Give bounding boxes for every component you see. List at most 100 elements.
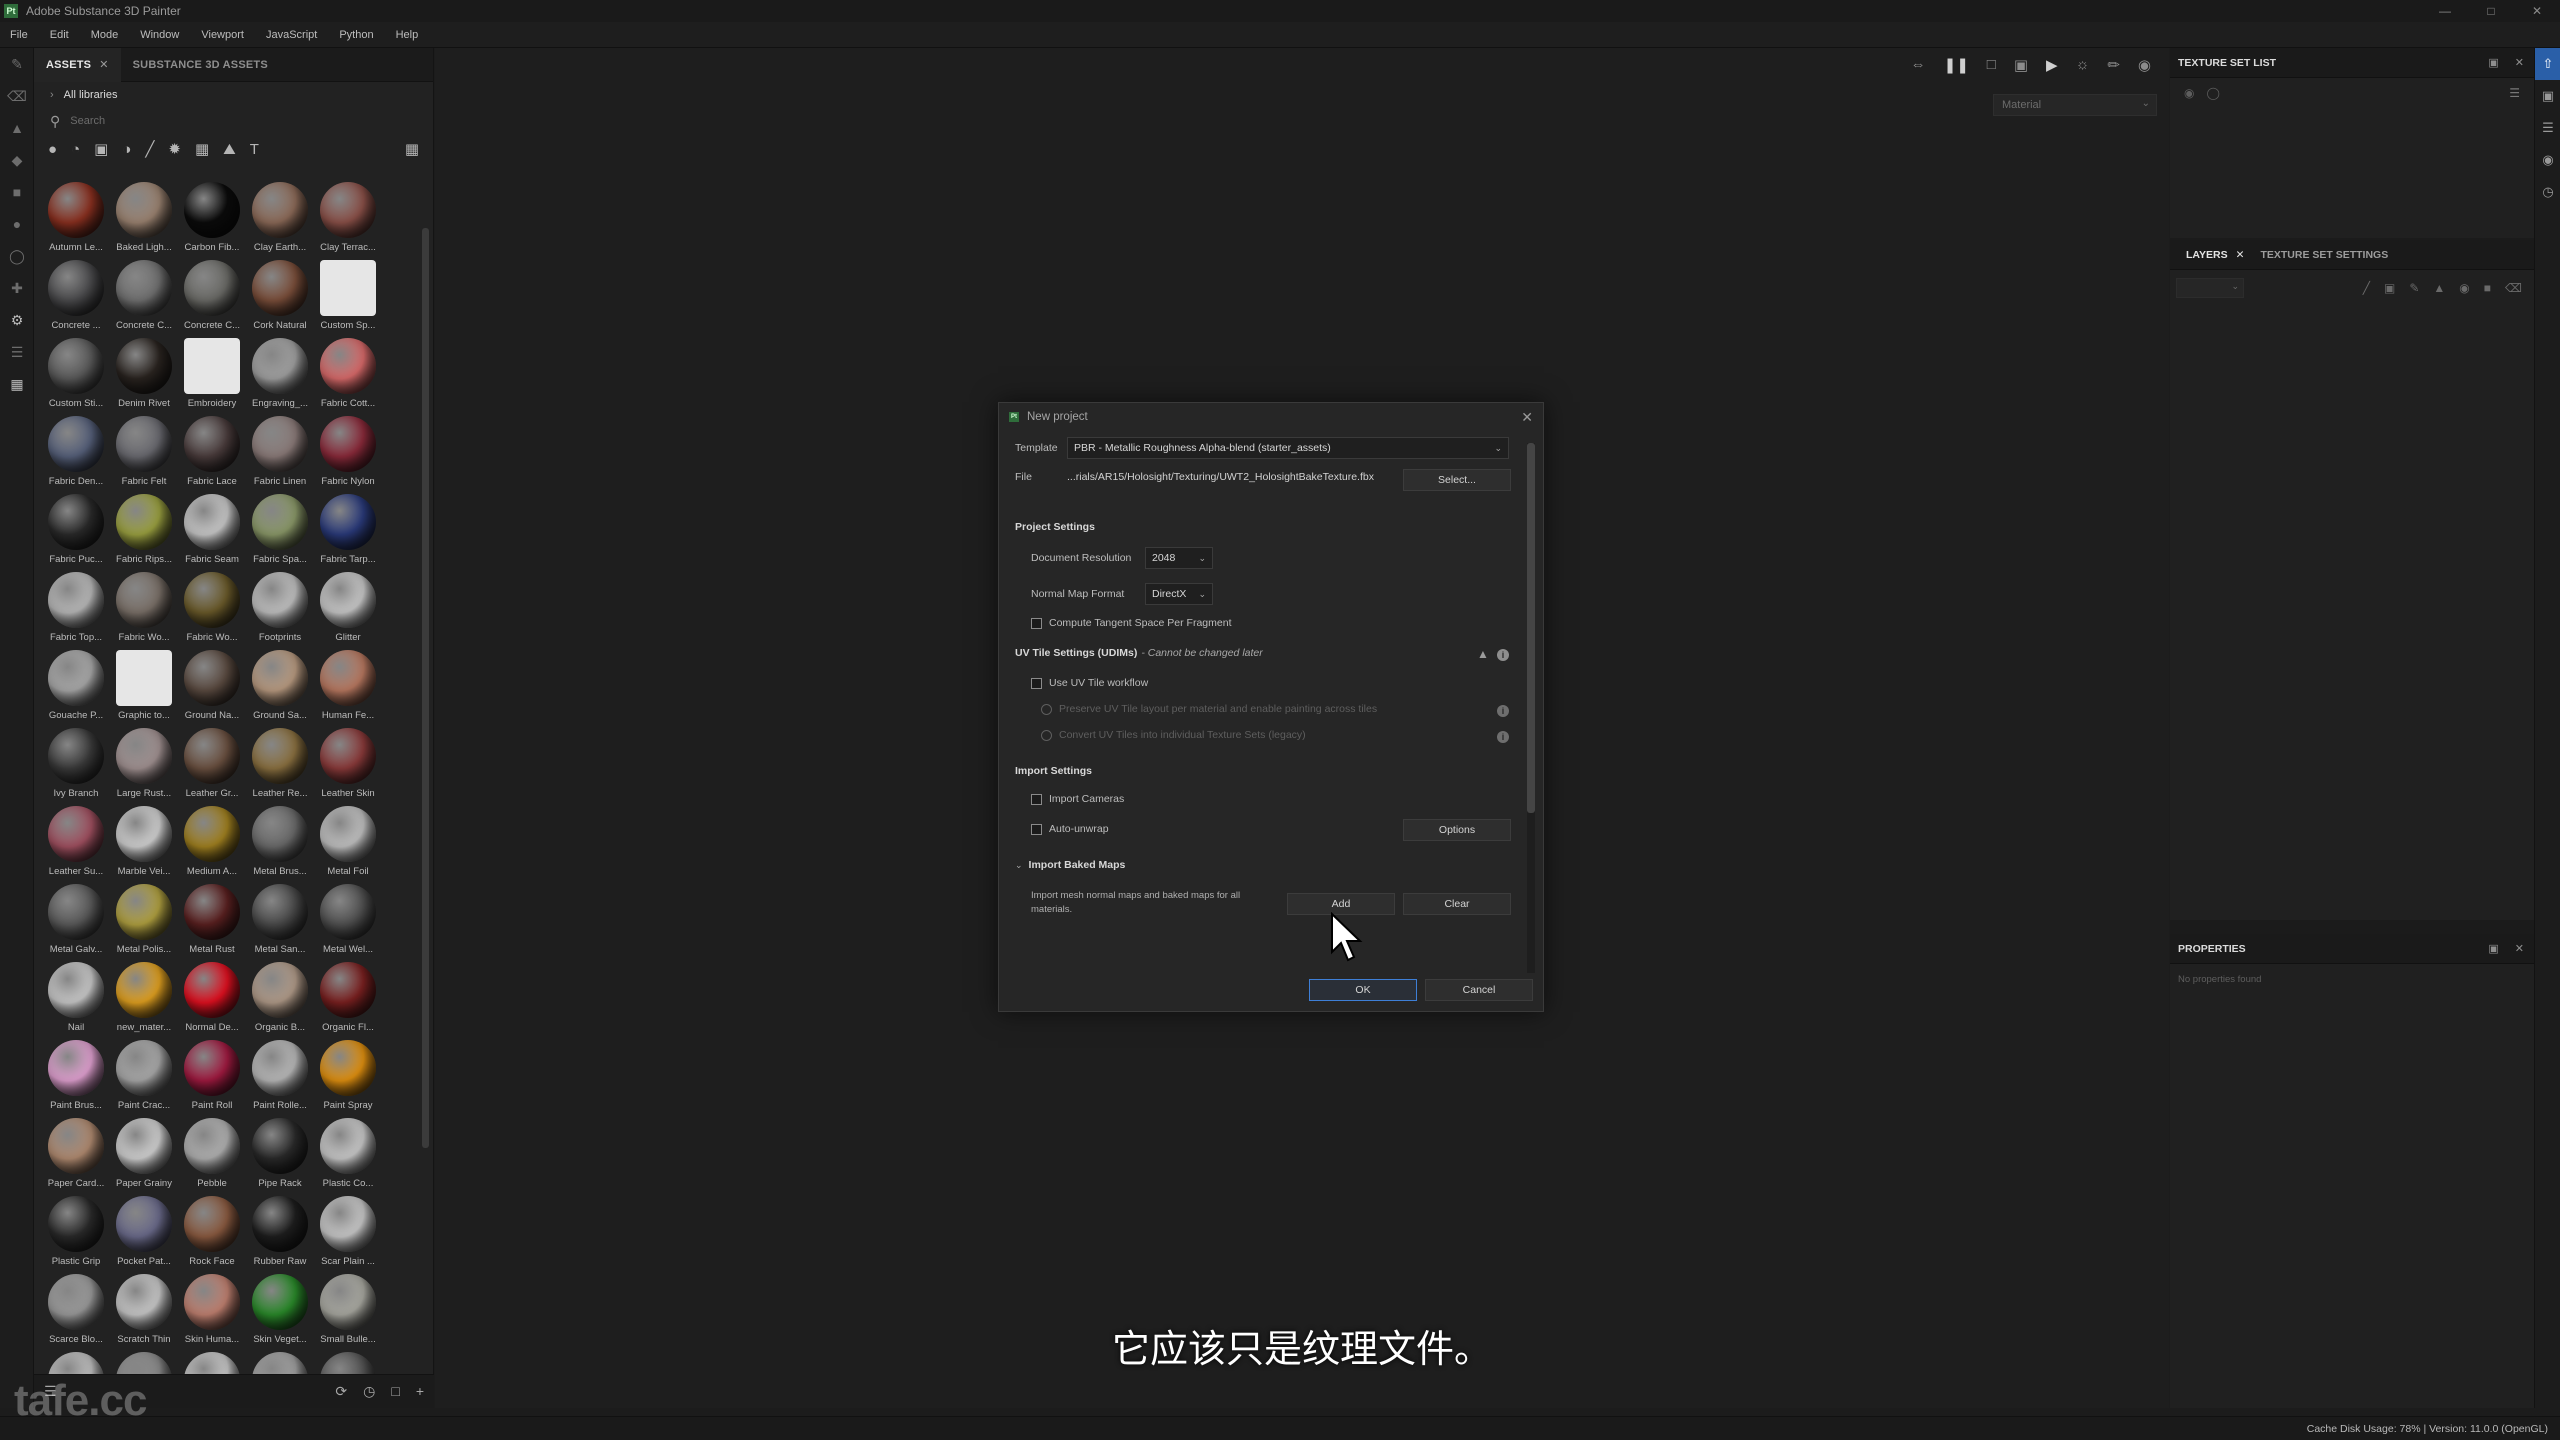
asset-tile[interactable]: Custom Sti... <box>42 338 110 416</box>
screenshot-icon[interactable]: ◉ <box>2138 56 2151 74</box>
asset-tile[interactable]: Metal Wel... <box>314 884 382 962</box>
add-icon[interactable]: + <box>416 1383 424 1400</box>
asset-tile[interactable]: Fabric Linen <box>246 416 314 494</box>
asset-tile[interactable]: Large Rust... <box>110 728 178 806</box>
asset-tile[interactable]: Graphic to... <box>110 650 178 728</box>
preserve-uv-row[interactable]: Preserve UV Tile layout per material and… <box>1041 703 1377 715</box>
add-paint-layer-icon[interactable]: ✎ <box>2409 281 2419 295</box>
asset-tile[interactable]: Fabric Felt <box>110 416 178 494</box>
filter-textures-icon[interactable]: ▦ <box>195 140 209 158</box>
asset-tile[interactable]: Fabric Wo... <box>110 572 178 650</box>
layout-icon[interactable]: ▣ <box>2014 56 2028 74</box>
tab-substance-assets[interactable]: SUBSTANCE 3D ASSETS <box>121 48 280 82</box>
maximize-icon[interactable]: □ <box>2468 0 2514 22</box>
asset-tile[interactable]: Pebble <box>178 1118 246 1196</box>
history-icon[interactable]: ◷ <box>363 1383 375 1400</box>
asset-tile[interactable]: Paint Spray <box>314 1040 382 1118</box>
asset-tile[interactable]: Fabric Wo... <box>178 572 246 650</box>
delete-icon[interactable]: ⌫ <box>2505 281 2522 295</box>
asset-tile[interactable]: Fabric Spa... <box>246 494 314 572</box>
asset-tile[interactable]: Metal San... <box>246 884 314 962</box>
asset-tile[interactable]: Paint Brus... <box>42 1040 110 1118</box>
asset-tile[interactable]: Paper Card... <box>42 1118 110 1196</box>
close-icon[interactable]: ✕ <box>2515 942 2524 955</box>
filter-masks-icon[interactable]: ▣ <box>94 140 108 158</box>
menu-viewport[interactable]: Viewport <box>201 29 244 41</box>
history-icon[interactable]: ◷ <box>2535 176 2560 208</box>
asset-tile[interactable]: Ground Na... <box>178 650 246 728</box>
asset-tile[interactable]: Ivy Branch <box>42 728 110 806</box>
close-icon[interactable]: ✕ <box>2515 56 2524 69</box>
blend-mode-dropdown[interactable]: ⌄ <box>2176 278 2244 298</box>
asset-tile[interactable]: Paint Rolle... <box>246 1040 314 1118</box>
cancel-button[interactable]: Cancel <box>1425 979 1533 1001</box>
asset-tile[interactable]: Carbon Fib... <box>178 182 246 260</box>
menu-mode[interactable]: Mode <box>91 29 119 41</box>
folder-icon[interactable]: □ <box>391 1383 399 1400</box>
use-uv-tile-checkbox[interactable] <box>1031 677 1042 689</box>
grid-view-icon[interactable]: ▦ <box>405 140 419 158</box>
dialog-close-icon[interactable]: ✕ <box>1521 409 1533 426</box>
tab-texture-set-settings[interactable]: TEXTURE SET SETTINGS <box>2252 240 2396 270</box>
asset-tile[interactable]: Leather Re... <box>246 728 314 806</box>
filter-particles-icon[interactable]: ✹ <box>168 140 181 158</box>
close-window-icon[interactable]: ✕ <box>2514 0 2560 22</box>
asset-tile[interactable]: Rubber Raw <box>246 1196 314 1274</box>
asset-tile[interactable]: Fabric Top... <box>42 572 110 650</box>
asset-tile[interactable]: Fabric Puc... <box>42 494 110 572</box>
picker-icon[interactable]: ✚ <box>0 272 34 304</box>
menu-edit[interactable]: Edit <box>50 29 69 41</box>
asset-tile[interactable]: Leather Su... <box>42 806 110 884</box>
asset-tile[interactable]: Organic Fl... <box>314 962 382 1040</box>
graduation-cap-icon[interactable]: ▲ <box>1477 647 1489 661</box>
asset-tile[interactable]: Leather Skin <box>314 728 382 806</box>
layers-icon[interactable]: ☰ <box>2535 112 2560 144</box>
dialog-scroll-thumb[interactable] <box>1527 443 1535 813</box>
asset-tile[interactable]: Nail <box>42 962 110 1040</box>
projection-icon[interactable]: ▲ <box>0 112 34 144</box>
asset-tile[interactable]: Skin Huma... <box>178 1274 246 1352</box>
menu-python[interactable]: Python <box>339 29 373 41</box>
asset-tile[interactable]: Concrete C... <box>110 260 178 338</box>
asset-tile[interactable]: Paper Grainy <box>110 1118 178 1196</box>
asset-tile[interactable]: Metal Rust <box>178 884 246 962</box>
asset-tile[interactable]: Fabric Nylon <box>314 416 382 494</box>
close-icon[interactable]: ✕ <box>2236 249 2245 261</box>
select-file-button[interactable]: Select... <box>1403 469 1511 491</box>
filter-smart-masks-icon[interactable]: ◑ <box>122 141 131 158</box>
clear-button[interactable]: Clear <box>1403 893 1511 915</box>
asset-tile[interactable]: Paint Crac... <box>110 1040 178 1118</box>
minimize-icon[interactable]: — <box>2422 0 2468 22</box>
asset-tile[interactable]: Fabric Rips... <box>110 494 178 572</box>
polygon-fill-icon[interactable]: ■ <box>0 176 34 208</box>
asset-tile[interactable]: Gouache P... <box>42 650 110 728</box>
import-cameras-row[interactable]: Import Cameras <box>1031 793 1124 805</box>
asset-tile[interactable]: Scar Plain ... <box>314 1196 382 1274</box>
asset-tile[interactable]: Clay Earth... <box>246 182 314 260</box>
tab-layers[interactable]: LAYERS ✕ <box>2178 240 2252 270</box>
ok-button[interactable]: OK <box>1309 979 1417 1001</box>
asset-tile[interactable]: Glitter <box>314 572 382 650</box>
asset-tile[interactable]: Marble Vei... <box>110 806 178 884</box>
asset-tile[interactable]: Fabric Lace <box>178 416 246 494</box>
asset-tile[interactable]: Metal Foil <box>314 806 382 884</box>
asset-tile[interactable]: Metal Galv... <box>42 884 110 962</box>
dialog-scrollbar[interactable] <box>1527 443 1535 973</box>
menu-window[interactable]: Window <box>140 29 179 41</box>
eye-outline-icon[interactable]: ◯ <box>2206 86 2219 100</box>
light-icon[interactable]: ☼ <box>2076 56 2090 74</box>
asset-tile[interactable]: Pocket Pat... <box>110 1196 178 1274</box>
asset-tile[interactable]: Plastic Grip <box>42 1196 110 1274</box>
pen-icon[interactable]: ✏ <box>2107 56 2120 74</box>
asset-tile[interactable]: Plastic Co... <box>314 1118 382 1196</box>
tangent-checkbox[interactable] <box>1031 617 1042 629</box>
asset-tile[interactable]: Fabric Seam <box>178 494 246 572</box>
document-icon[interactable]: ▦ <box>0 368 34 400</box>
close-icon[interactable]: ✕ <box>99 58 108 71</box>
symmetry-icon[interactable]: ⇔ <box>1911 56 1926 74</box>
texture-set-icon[interactable]: ▣ <box>2535 80 2560 112</box>
add-fill-layer-icon[interactable]: ▲ <box>2433 281 2445 295</box>
asset-tile[interactable]: Autumn Le... <box>42 182 110 260</box>
convert-uv-row[interactable]: Convert UV Tiles into individual Texture… <box>1041 729 1306 741</box>
geometry-mask-icon[interactable]: ◆ <box>0 144 34 176</box>
